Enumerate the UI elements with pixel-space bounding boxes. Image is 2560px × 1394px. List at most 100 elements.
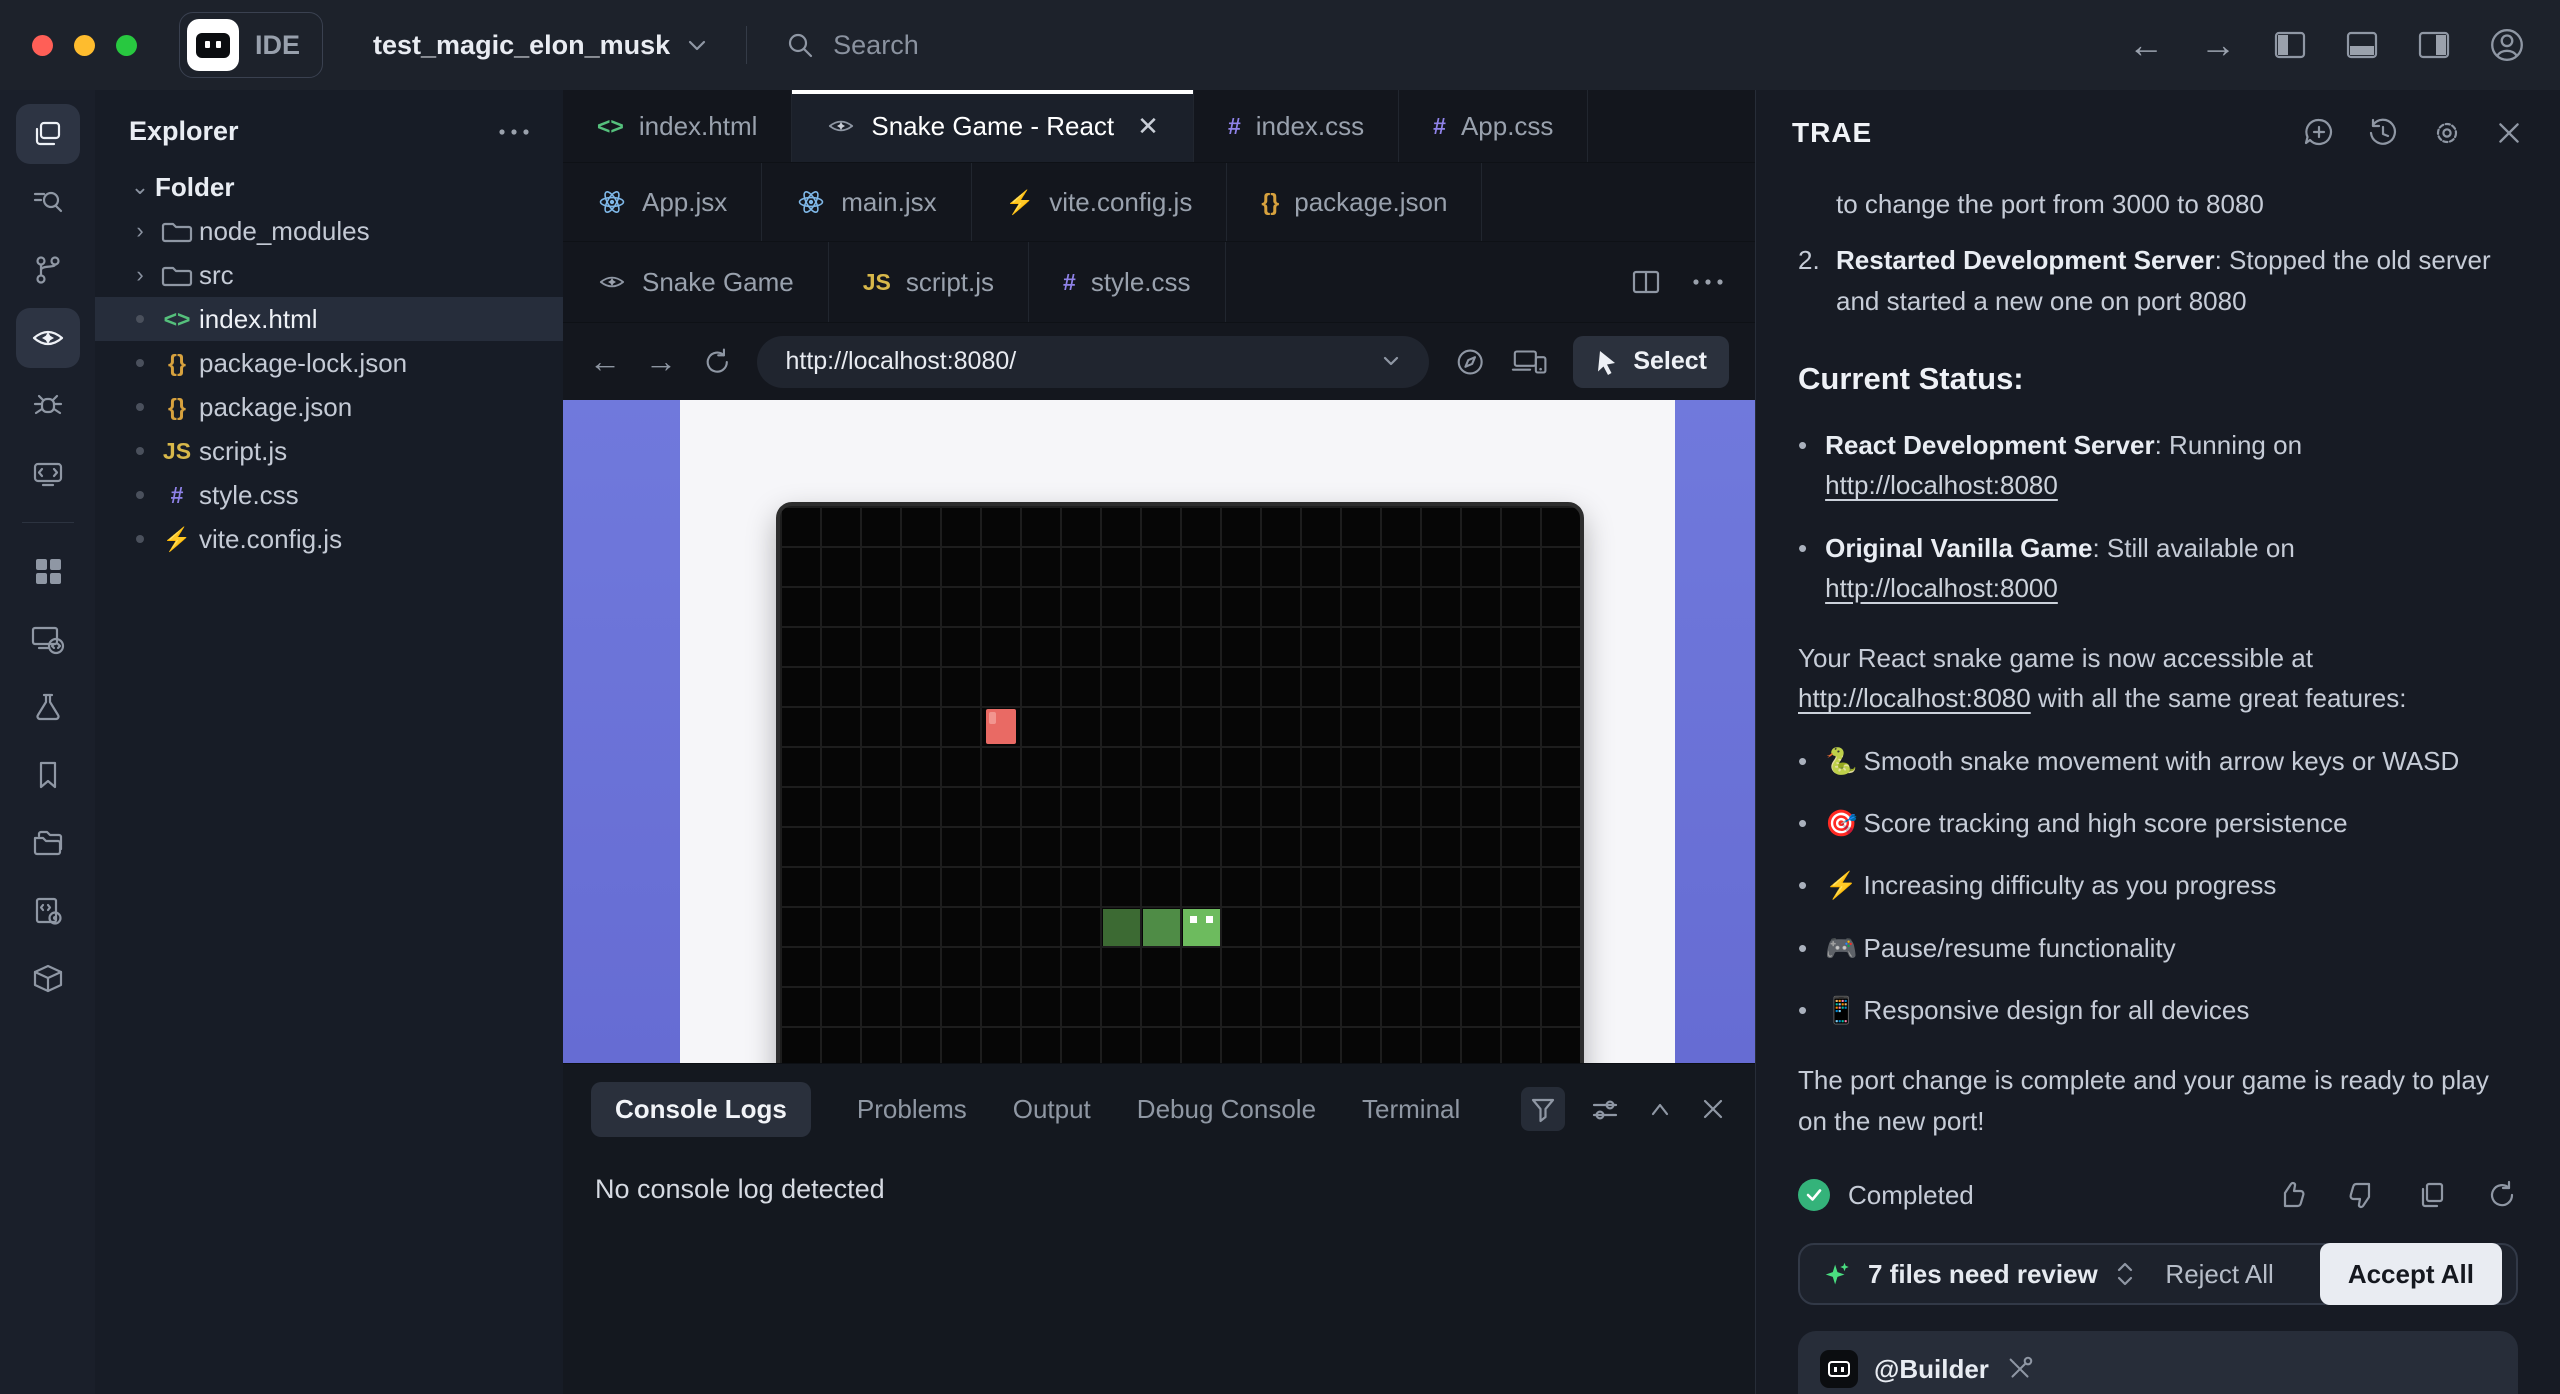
status-item: • React Development Server: Running on h… <box>1798 425 2518 506</box>
activity-files-icon[interactable] <box>16 104 80 164</box>
reject-all-button[interactable]: Reject All <box>2165 1254 2273 1294</box>
search-placeholder: Search <box>833 30 919 61</box>
tab-index-css[interactable]: # index.css <box>1194 90 1399 162</box>
open-in-browser-icon[interactable] <box>1453 344 1487 380</box>
accept-all-button[interactable]: Accept All <box>2320 1243 2502 1305</box>
css-file-icon: # <box>155 482 199 509</box>
tools-icon[interactable] <box>2005 1354 2035 1384</box>
tree-file-style-css[interactable]: # style.css <box>95 473 563 517</box>
activity-terminal-icon[interactable] <box>16 444 80 504</box>
close-panel-icon[interactable] <box>2494 118 2524 148</box>
tab-app-jsx[interactable]: App.jsx <box>563 163 762 241</box>
activity-code-runner-icon[interactable] <box>16 881 80 941</box>
tab-output[interactable]: Output <box>1013 1094 1091 1125</box>
tree-root-folder[interactable]: ⌄ Folder <box>95 165 563 209</box>
history-icon[interactable] <box>2366 116 2400 150</box>
tab-index-html[interactable]: <> index.html <box>563 90 792 162</box>
tab-vite-config-js[interactable]: ⚡ vite.config.js <box>972 163 1228 241</box>
html-file-icon: <> <box>155 306 199 333</box>
project-selector[interactable]: test_magic_elon_musk <box>373 30 708 61</box>
app-logo-pill[interactable]: IDE <box>179 12 323 78</box>
toggle-left-panel-icon[interactable] <box>2272 29 2308 61</box>
tab-snake-game[interactable]: Snake Game <box>563 242 829 322</box>
tree-file-index-html[interactable]: <> index.html <box>95 297 563 341</box>
select-element-button[interactable]: Select <box>1573 336 1729 388</box>
tab-debug-console[interactable]: Debug Console <box>1137 1094 1316 1125</box>
global-search[interactable]: Search <box>785 30 919 61</box>
toggle-right-panel-icon[interactable] <box>2416 29 2452 61</box>
close-panel-icon[interactable] <box>1699 1095 1727 1123</box>
browser-toolbar: ← → http://localhost:8080/ Select <box>563 323 1755 400</box>
gamepad-emoji: 🎮 <box>1825 933 1857 963</box>
expand-review-list-icon[interactable] <box>2114 1259 2136 1289</box>
tab-script-js[interactable]: JS script.js <box>829 242 1029 322</box>
json-file-icon: {} <box>155 350 199 377</box>
browser-back-icon[interactable]: ← <box>589 343 621 380</box>
activity-source-control-icon[interactable] <box>16 240 80 300</box>
tree-folder-src[interactable]: › src <box>95 253 563 297</box>
webview-preview[interactable] <box>563 400 1755 1063</box>
nav-back-button[interactable]: ← <box>2128 27 2164 63</box>
toggle-bottom-panel-icon[interactable] <box>2344 29 2380 61</box>
activity-remote-devtools-icon[interactable] <box>16 609 80 669</box>
explorer-more-icon[interactable] <box>497 126 531 138</box>
device-toolbar-icon[interactable] <box>1511 345 1549 379</box>
activity-test-flask-icon[interactable] <box>16 677 80 737</box>
split-editor-icon[interactable] <box>1629 267 1663 297</box>
tab-terminal[interactable]: Terminal <box>1362 1094 1460 1125</box>
tree-file-vite-config-js[interactable]: ⚡ vite.config.js <box>95 517 563 561</box>
trae-panel: TRAE to change the port from 3000 to 808… <box>1755 90 2560 1394</box>
tab-main-jsx[interactable]: main.jsx <box>762 163 971 241</box>
project-name: test_magic_elon_musk <box>373 30 670 61</box>
chat-input-container: @Builder You are chatting with Builder n… <box>1798 1331 2518 1394</box>
activity-preview-eye-icon[interactable] <box>16 308 80 368</box>
window-zoom-button[interactable] <box>116 35 137 56</box>
thumbs-up-icon[interactable] <box>2276 1179 2308 1211</box>
thumbs-down-icon[interactable] <box>2346 1179 2378 1211</box>
snake-emoji: 🐍 <box>1825 746 1857 776</box>
localhost-8080-link[interactable]: http://localhost:8080 <box>1825 470 2058 500</box>
copy-icon[interactable] <box>2416 1179 2448 1211</box>
tab-style-css[interactable]: # style.css <box>1029 242 1225 322</box>
url-bar[interactable]: http://localhost:8080/ <box>757 336 1428 388</box>
window-controls <box>32 35 137 56</box>
activity-extensions-grid-icon[interactable] <box>16 541 80 601</box>
browser-reload-icon[interactable] <box>701 345 733 379</box>
log-settings-icon[interactable] <box>1589 1094 1621 1124</box>
tab-console-logs[interactable]: Console Logs <box>591 1082 811 1137</box>
activity-package-box-icon[interactable] <box>16 949 80 1009</box>
more-actions-icon[interactable] <box>1691 276 1725 288</box>
activity-debug-bug-icon[interactable] <box>16 376 80 436</box>
window-close-button[interactable] <box>32 35 53 56</box>
settings-gear-icon[interactable] <box>2430 116 2464 150</box>
activity-bookmark-icon[interactable] <box>16 745 80 805</box>
collapse-panel-icon[interactable] <box>1645 1098 1675 1120</box>
new-chat-icon[interactable] <box>2302 116 2336 150</box>
window-minimize-button[interactable] <box>74 35 95 56</box>
account-avatar-icon[interactable] <box>2488 26 2526 64</box>
browser-forward-icon[interactable]: → <box>645 343 677 380</box>
regenerate-icon[interactable] <box>2486 1179 2518 1211</box>
tree-folder-node-modules[interactable]: › node_modules <box>95 209 563 253</box>
chevron-right-icon: › <box>125 262 155 288</box>
tree-file-package-json[interactable]: {} package.json <box>95 385 563 429</box>
tab-app-css[interactable]: # App.css <box>1399 90 1588 162</box>
completed-check-icon <box>1798 1179 1830 1211</box>
tab-problems[interactable]: Problems <box>857 1094 967 1125</box>
console-panel: Console Logs Problems Output Debug Conso… <box>563 1063 1755 1394</box>
chevron-down-icon[interactable] <box>1381 355 1401 368</box>
tab-package-json[interactable]: {} package.json <box>1227 163 1482 241</box>
tab-snake-game-react[interactable]: Snake Game - React ✕ <box>792 90 1194 162</box>
explorer-title: Explorer <box>129 116 239 147</box>
close-tab-icon[interactable]: ✕ <box>1137 111 1159 142</box>
agent-mention-chip[interactable]: @Builder <box>1874 1349 1989 1389</box>
nav-forward-button[interactable]: → <box>2200 27 2236 63</box>
tree-file-script-js[interactable]: JS script.js <box>95 429 563 473</box>
localhost-8000-link[interactable]: http://localhost:8000 <box>1825 573 2058 603</box>
localhost-8080-link[interactable]: http://localhost:8080 <box>1798 683 2031 713</box>
completion-status-row: Completed <box>1798 1175 2518 1215</box>
activity-search-icon[interactable] <box>16 172 80 232</box>
tree-file-package-lock-json[interactable]: {} package-lock.json <box>95 341 563 385</box>
filter-icon[interactable] <box>1521 1087 1565 1131</box>
activity-project-folders-icon[interactable] <box>16 813 80 873</box>
